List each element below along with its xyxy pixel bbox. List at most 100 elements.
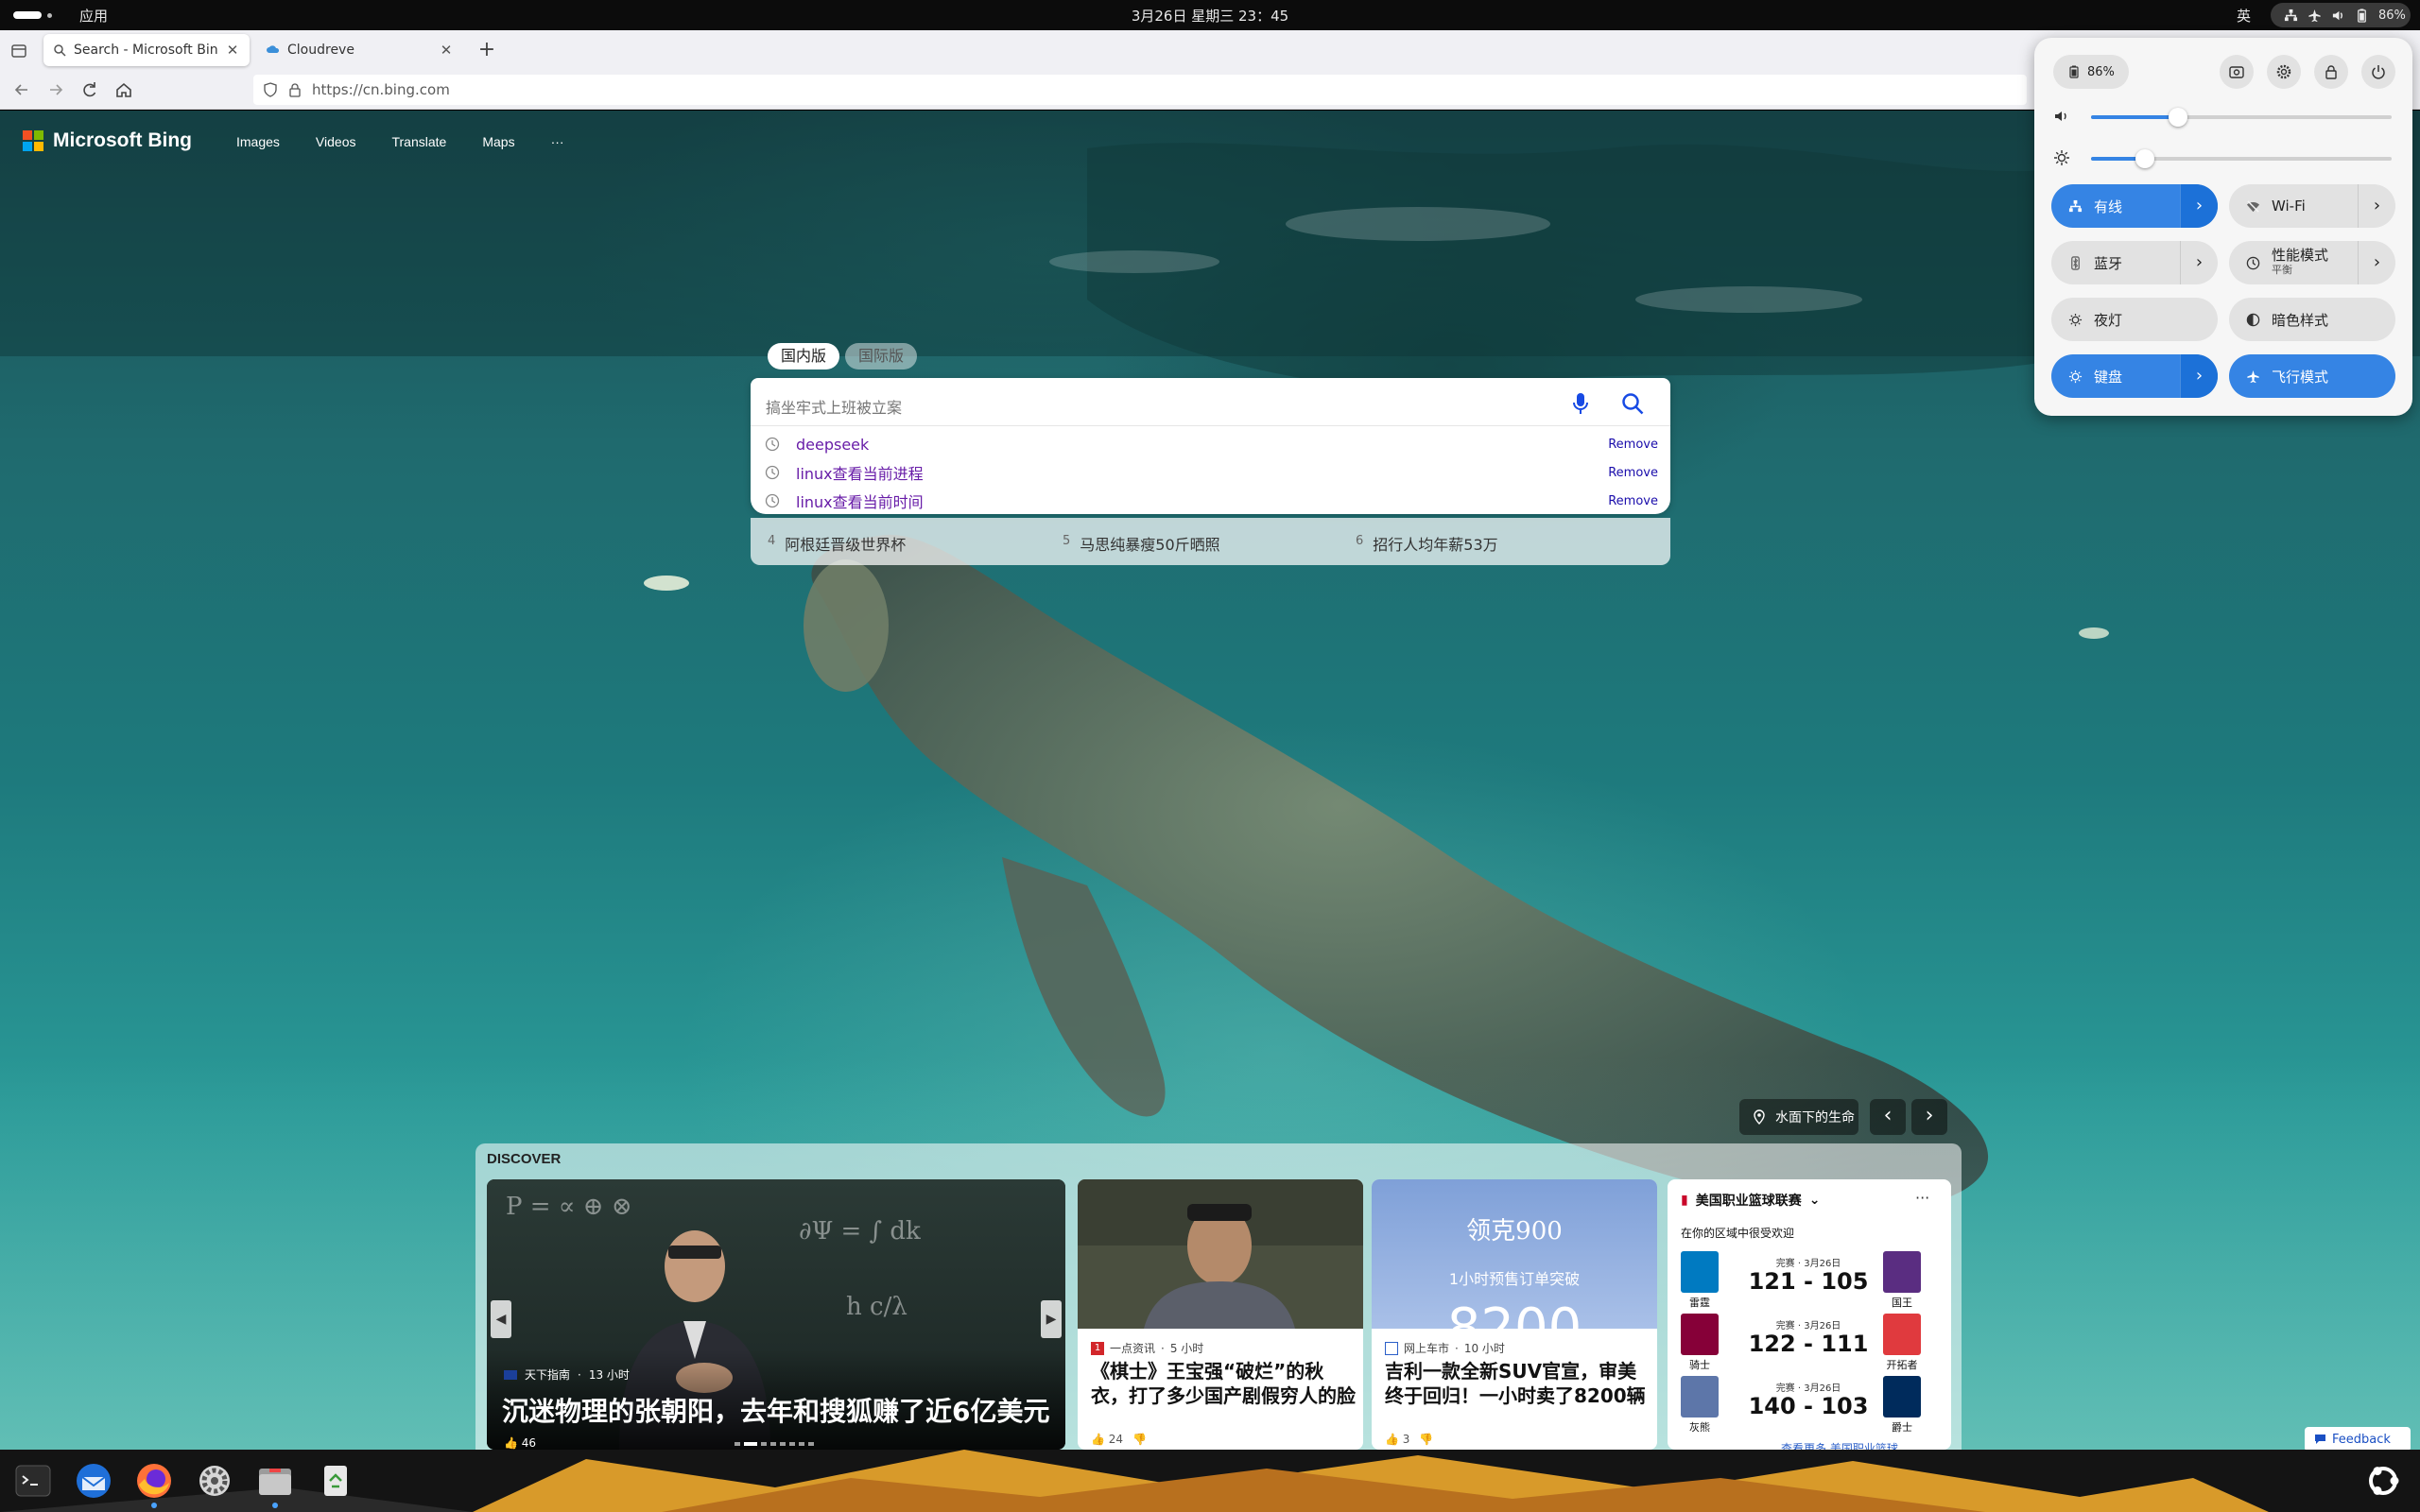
dislike-button[interactable]: 👎 bbox=[1132, 1433, 1147, 1446]
nba-card-header[interactable]: ▮ 美国职业篮球联赛 ⌄ bbox=[1681, 1191, 1820, 1210]
like-button[interactable]: 👍 3 bbox=[1385, 1433, 1409, 1446]
dislike-button[interactable]: 👎 bbox=[1419, 1433, 1433, 1446]
history-text[interactable]: linux查看当前时间 bbox=[796, 490, 1608, 512]
carousel-dot[interactable] bbox=[780, 1442, 786, 1446]
game-row[interactable]: 灰熊 完赛 · 3月26日 140 - 103 爵士 bbox=[1681, 1376, 1936, 1434]
card-title[interactable]: 吉利一款全新SUV官宣，审美终于回归！一小时卖了8200辆 bbox=[1385, 1359, 1650, 1408]
toggle-night-light[interactable]: 夜灯 bbox=[2051, 298, 2218, 341]
forward-button[interactable] bbox=[45, 79, 66, 100]
carousel-dot-active[interactable] bbox=[744, 1442, 757, 1446]
reload-button[interactable] bbox=[79, 79, 100, 100]
nav-images[interactable]: Images bbox=[236, 134, 280, 149]
carousel-dot[interactable] bbox=[799, 1442, 804, 1446]
tab-bing-search[interactable]: Search - Microsoft Bing ✕ bbox=[43, 34, 250, 66]
toggle-keyboard[interactable]: 键盘 › bbox=[2051, 354, 2218, 398]
carousel-dot[interactable] bbox=[789, 1442, 795, 1446]
trending-item[interactable]: 6 招行人均年薪53万 bbox=[1356, 532, 1498, 555]
expand-arrow-button[interactable]: › bbox=[2180, 241, 2218, 284]
dock-settings[interactable] bbox=[193, 1459, 236, 1503]
screenshot-button[interactable] bbox=[2220, 55, 2254, 89]
trending-text[interactable]: 阿根廷晋级世界杯 bbox=[785, 532, 906, 555]
dock-files[interactable] bbox=[253, 1459, 297, 1508]
card-title[interactable]: 《棋士》王宝强“破烂”的秋衣，打了多少国产剧假穷人的脸 bbox=[1091, 1359, 1356, 1408]
battery-button[interactable]: 86% bbox=[2053, 55, 2129, 89]
history-item[interactable]: deepseek Remove bbox=[764, 433, 1658, 455]
carousel-dot[interactable] bbox=[761, 1442, 767, 1446]
history-text[interactable]: linux查看当前进程 bbox=[796, 461, 1608, 484]
remove-history-button[interactable]: Remove bbox=[1608, 466, 1658, 480]
brightness-slider[interactable] bbox=[2053, 147, 2394, 170]
more-options-button[interactable]: ··· bbox=[1915, 1189, 1929, 1207]
nav-videos[interactable]: Videos bbox=[316, 134, 356, 149]
trending-item[interactable]: 4 阿根廷晋级世界杯 bbox=[768, 532, 906, 555]
slider-handle[interactable] bbox=[2169, 108, 2188, 127]
trending-text[interactable]: 马思纯暴瘦50斤晒照 bbox=[1080, 532, 1219, 555]
scope-domestic[interactable]: 国内版 bbox=[768, 343, 840, 369]
home-button[interactable] bbox=[113, 79, 134, 100]
carousel-dot[interactable] bbox=[770, 1442, 776, 1446]
new-tab-button[interactable]: + bbox=[476, 40, 497, 60]
system-status-menu[interactable]: 86% bbox=[2271, 3, 2411, 27]
news-card[interactable]: 领克900 1小时预售订单突破 8200 网上车市 · 10 小时 吉利一款全新… bbox=[1372, 1179, 1657, 1450]
carousel-next-button[interactable]: ▶ bbox=[1041, 1300, 1062, 1338]
nav-more[interactable]: ··· bbox=[551, 134, 564, 149]
toggle-wifi[interactable]: Wi-Fi › bbox=[2229, 184, 2395, 228]
toggle-dark-style[interactable]: 暗色样式 bbox=[2229, 298, 2395, 341]
history-text[interactable]: deepseek bbox=[796, 436, 1608, 454]
trending-item[interactable]: 5 马思纯暴瘦50斤晒照 bbox=[1063, 532, 1220, 555]
input-method-indicator[interactable]: 英 bbox=[2237, 6, 2251, 26]
address-bar[interactable]: https://cn.bing.com bbox=[253, 75, 2027, 105]
search-input[interactable]: 搞坐牢式上班被立案 bbox=[766, 395, 902, 418]
slider-handle[interactable] bbox=[2135, 149, 2155, 168]
carousel-prev-button[interactable]: ◀ bbox=[491, 1300, 511, 1338]
nav-maps[interactable]: Maps bbox=[482, 134, 514, 149]
dock-thunderbird[interactable] bbox=[72, 1459, 115, 1503]
carousel-dot[interactable] bbox=[808, 1442, 814, 1446]
nav-translate[interactable]: Translate bbox=[391, 134, 446, 149]
previous-image-button[interactable]: ‹ bbox=[1870, 1099, 1906, 1135]
expand-arrow-button[interactable]: › bbox=[2180, 354, 2218, 398]
close-tab-button[interactable]: ✕ bbox=[439, 43, 454, 58]
toggle-bluetooth[interactable]: 蓝牙 › bbox=[2051, 241, 2218, 284]
game-row[interactable]: 雷霆 完赛 · 3月26日 121 - 105 国王 bbox=[1681, 1251, 1936, 1309]
history-item[interactable]: linux查看当前进程 Remove bbox=[764, 461, 1658, 484]
news-card[interactable]: 1 一点资讯 · 5 小时 《棋士》王宝强“破烂”的秋衣，打了多少国产剧假穷人的… bbox=[1078, 1179, 1363, 1450]
toggle-power-mode[interactable]: 性能模式 平衡 › bbox=[2229, 241, 2395, 284]
trending-text[interactable]: 招行人均年薪53万 bbox=[1373, 532, 1497, 555]
lock-screen-button[interactable] bbox=[2314, 55, 2348, 89]
dock-trash[interactable] bbox=[314, 1459, 357, 1503]
next-image-button[interactable]: › bbox=[1911, 1099, 1947, 1135]
news-card-featured[interactable]: P = ∝ ⊕ ⊗ ∂Ψ = ∫ dk h c/λ ◀ ▶ 天下指南 · 13 … bbox=[487, 1179, 1065, 1450]
game-row[interactable]: 骑士 完赛 · 3月26日 122 - 111 开拓者 bbox=[1681, 1314, 1936, 1371]
like-button[interactable]: 👍 24 bbox=[1091, 1433, 1123, 1446]
volume-slider[interactable] bbox=[2053, 106, 2394, 129]
expand-arrow-button[interactable]: › bbox=[2358, 241, 2395, 284]
card-title[interactable]: 沉迷物理的张朝阳，去年和搜狐赚了近6亿美元 bbox=[502, 1391, 1050, 1429]
remove-history-button[interactable]: Remove bbox=[1608, 494, 1658, 508]
microphone-icon[interactable] bbox=[1569, 391, 1592, 416]
expand-arrow-button[interactable]: › bbox=[2358, 184, 2395, 228]
dock-show-apps[interactable] bbox=[2361, 1459, 2405, 1503]
clock[interactable]: 3月26日 星期三 23：45 bbox=[0, 6, 2420, 26]
back-button[interactable] bbox=[11, 79, 32, 100]
dock-terminal[interactable] bbox=[11, 1459, 55, 1503]
scope-international[interactable]: 国际版 bbox=[845, 343, 918, 369]
tab-cloudreve[interactable]: Cloudreve ✕ bbox=[257, 34, 463, 66]
history-item[interactable]: linux查看当前时间 Remove bbox=[764, 490, 1658, 512]
toggle-wired-network[interactable]: 有线 › bbox=[2051, 184, 2218, 228]
toggle-airplane-mode[interactable]: 飞行模式 bbox=[2229, 354, 2395, 398]
expand-arrow-button[interactable]: › bbox=[2180, 184, 2218, 228]
settings-button[interactable] bbox=[2267, 55, 2301, 89]
remove-history-button[interactable]: Remove bbox=[1608, 438, 1658, 452]
close-tab-button[interactable]: ✕ bbox=[225, 43, 240, 58]
feedback-button[interactable]: Feedback bbox=[2305, 1427, 2411, 1450]
card-like-count: 3 bbox=[1402, 1433, 1410, 1446]
power-menu-button[interactable] bbox=[2361, 55, 2395, 89]
dock-firefox[interactable] bbox=[132, 1459, 176, 1508]
see-more-link[interactable]: 查看更多 美国职业篮球 bbox=[1781, 1440, 1898, 1450]
image-info-button[interactable]: 水面下的生命 bbox=[1739, 1099, 1858, 1135]
carousel-dot[interactable] bbox=[735, 1442, 740, 1446]
bing-logo[interactable]: Microsoft Bing bbox=[23, 129, 192, 152]
tab-overview-icon[interactable] bbox=[9, 42, 28, 60]
search-icon[interactable] bbox=[1620, 391, 1645, 416]
